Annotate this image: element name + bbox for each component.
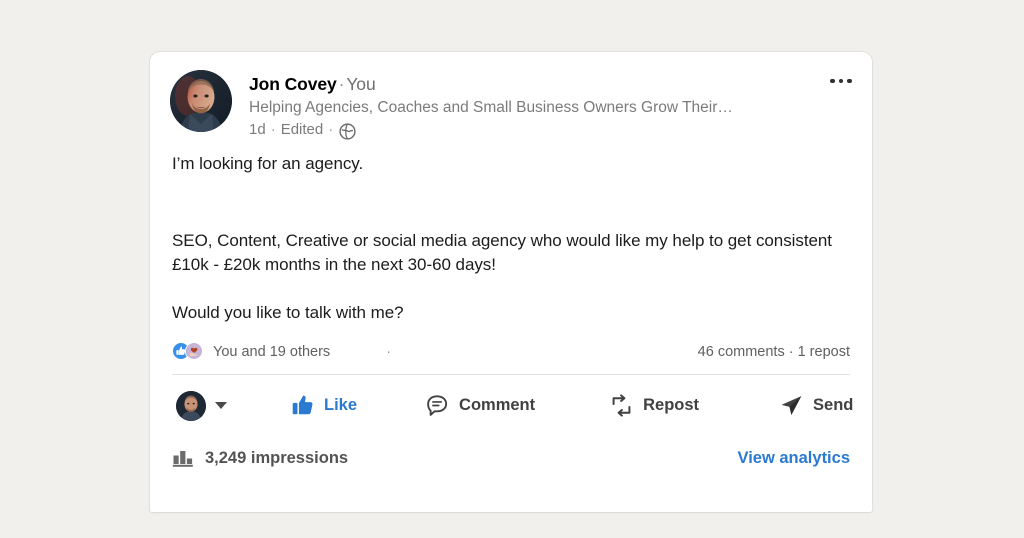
jon-covey-avatar[interactable]	[170, 70, 232, 132]
comment-button-label: Comment	[459, 396, 536, 414]
post-analytics-bar: 3,249 impressions View analytics	[150, 425, 872, 469]
post-age: 1d	[249, 121, 266, 138]
impressions-count: 3,249 impressions	[205, 448, 349, 467]
actor-avatar	[176, 390, 206, 421]
more-dot-2	[838, 78, 844, 84]
paper-plane-icon	[779, 393, 804, 418]
linkedin-post-card: Jon Covey · You Helping Agencies, Coaches …	[150, 52, 872, 512]
post-more-options-button[interactable]	[824, 66, 858, 96]
send-button-label: Send	[813, 396, 854, 414]
avatar-image	[170, 70, 232, 132]
repost-button-label: Repost	[643, 396, 700, 414]
more-dot-1	[830, 78, 835, 84]
post-paragraph-3: Would you like to talk with me?	[172, 303, 404, 322]
post-paragraph-1: I’m looking for an agency.	[172, 154, 364, 173]
post-author-info: Jon Covey · You Helping Agencies, Coaches …	[249, 70, 852, 140]
author-headline: Helping Agencies, Coaches and Small Busi…	[249, 99, 733, 116]
globe-icon	[339, 122, 356, 140]
post-actions-bar: Like Comment Repost Send	[150, 375, 872, 425]
author-name[interactable]: Jon Covey	[249, 74, 337, 94]
post-social-counts: You and 19 others · 46 comments · 1 repo…	[150, 325, 872, 361]
actor-dropdown-caret	[215, 402, 227, 409]
bar-chart-icon	[172, 447, 194, 469]
reactors-label[interactable]: You and 19 others	[213, 344, 330, 360]
meta-separator-2: ·	[328, 121, 334, 138]
comment-bubble-icon	[425, 393, 450, 418]
comments-reposts-counts[interactable]: 46 comments · 1 repost	[698, 344, 850, 360]
view-analytics-link[interactable]: View analytics	[737, 449, 850, 468]
social-separator: ·	[386, 343, 392, 360]
post-edited-label: Edited	[280, 121, 324, 138]
send-button[interactable]: Send	[770, 386, 862, 425]
content-spacer-1	[172, 176, 850, 229]
name-separator: ·	[338, 74, 345, 94]
author-name-line: Jon Covey · You	[249, 73, 852, 95]
like-button[interactable]: Like	[281, 386, 366, 425]
impressions-group[interactable]: 3,249 impressions	[172, 447, 348, 469]
post-paragraph-2: SEO, Content, Creative or social media a…	[172, 231, 832, 274]
post-meta: 1d · Edited ·	[249, 120, 852, 140]
author-relationship: You	[346, 74, 376, 94]
reaction-icons[interactable]	[172, 342, 204, 361]
repost-button[interactable]: Repost	[600, 386, 708, 425]
support-reaction-icon	[185, 342, 204, 361]
repost-arrows-icon	[609, 393, 634, 418]
reactions-group: You and 19 others ·	[172, 342, 698, 361]
like-button-label: Like	[324, 396, 358, 414]
comment-button[interactable]: Comment	[416, 386, 544, 425]
meta-separator-1: ·	[270, 121, 276, 138]
post-content: I’m looking for an agency. SEO, Content,…	[150, 140, 872, 325]
more-dot-3	[847, 78, 852, 84]
actor-selector[interactable]	[172, 387, 231, 425]
content-spacer-2	[172, 277, 850, 301]
thumbs-up-icon	[290, 393, 315, 418]
post-header: Jon Covey · You Helping Agencies, Coaches …	[150, 52, 872, 140]
